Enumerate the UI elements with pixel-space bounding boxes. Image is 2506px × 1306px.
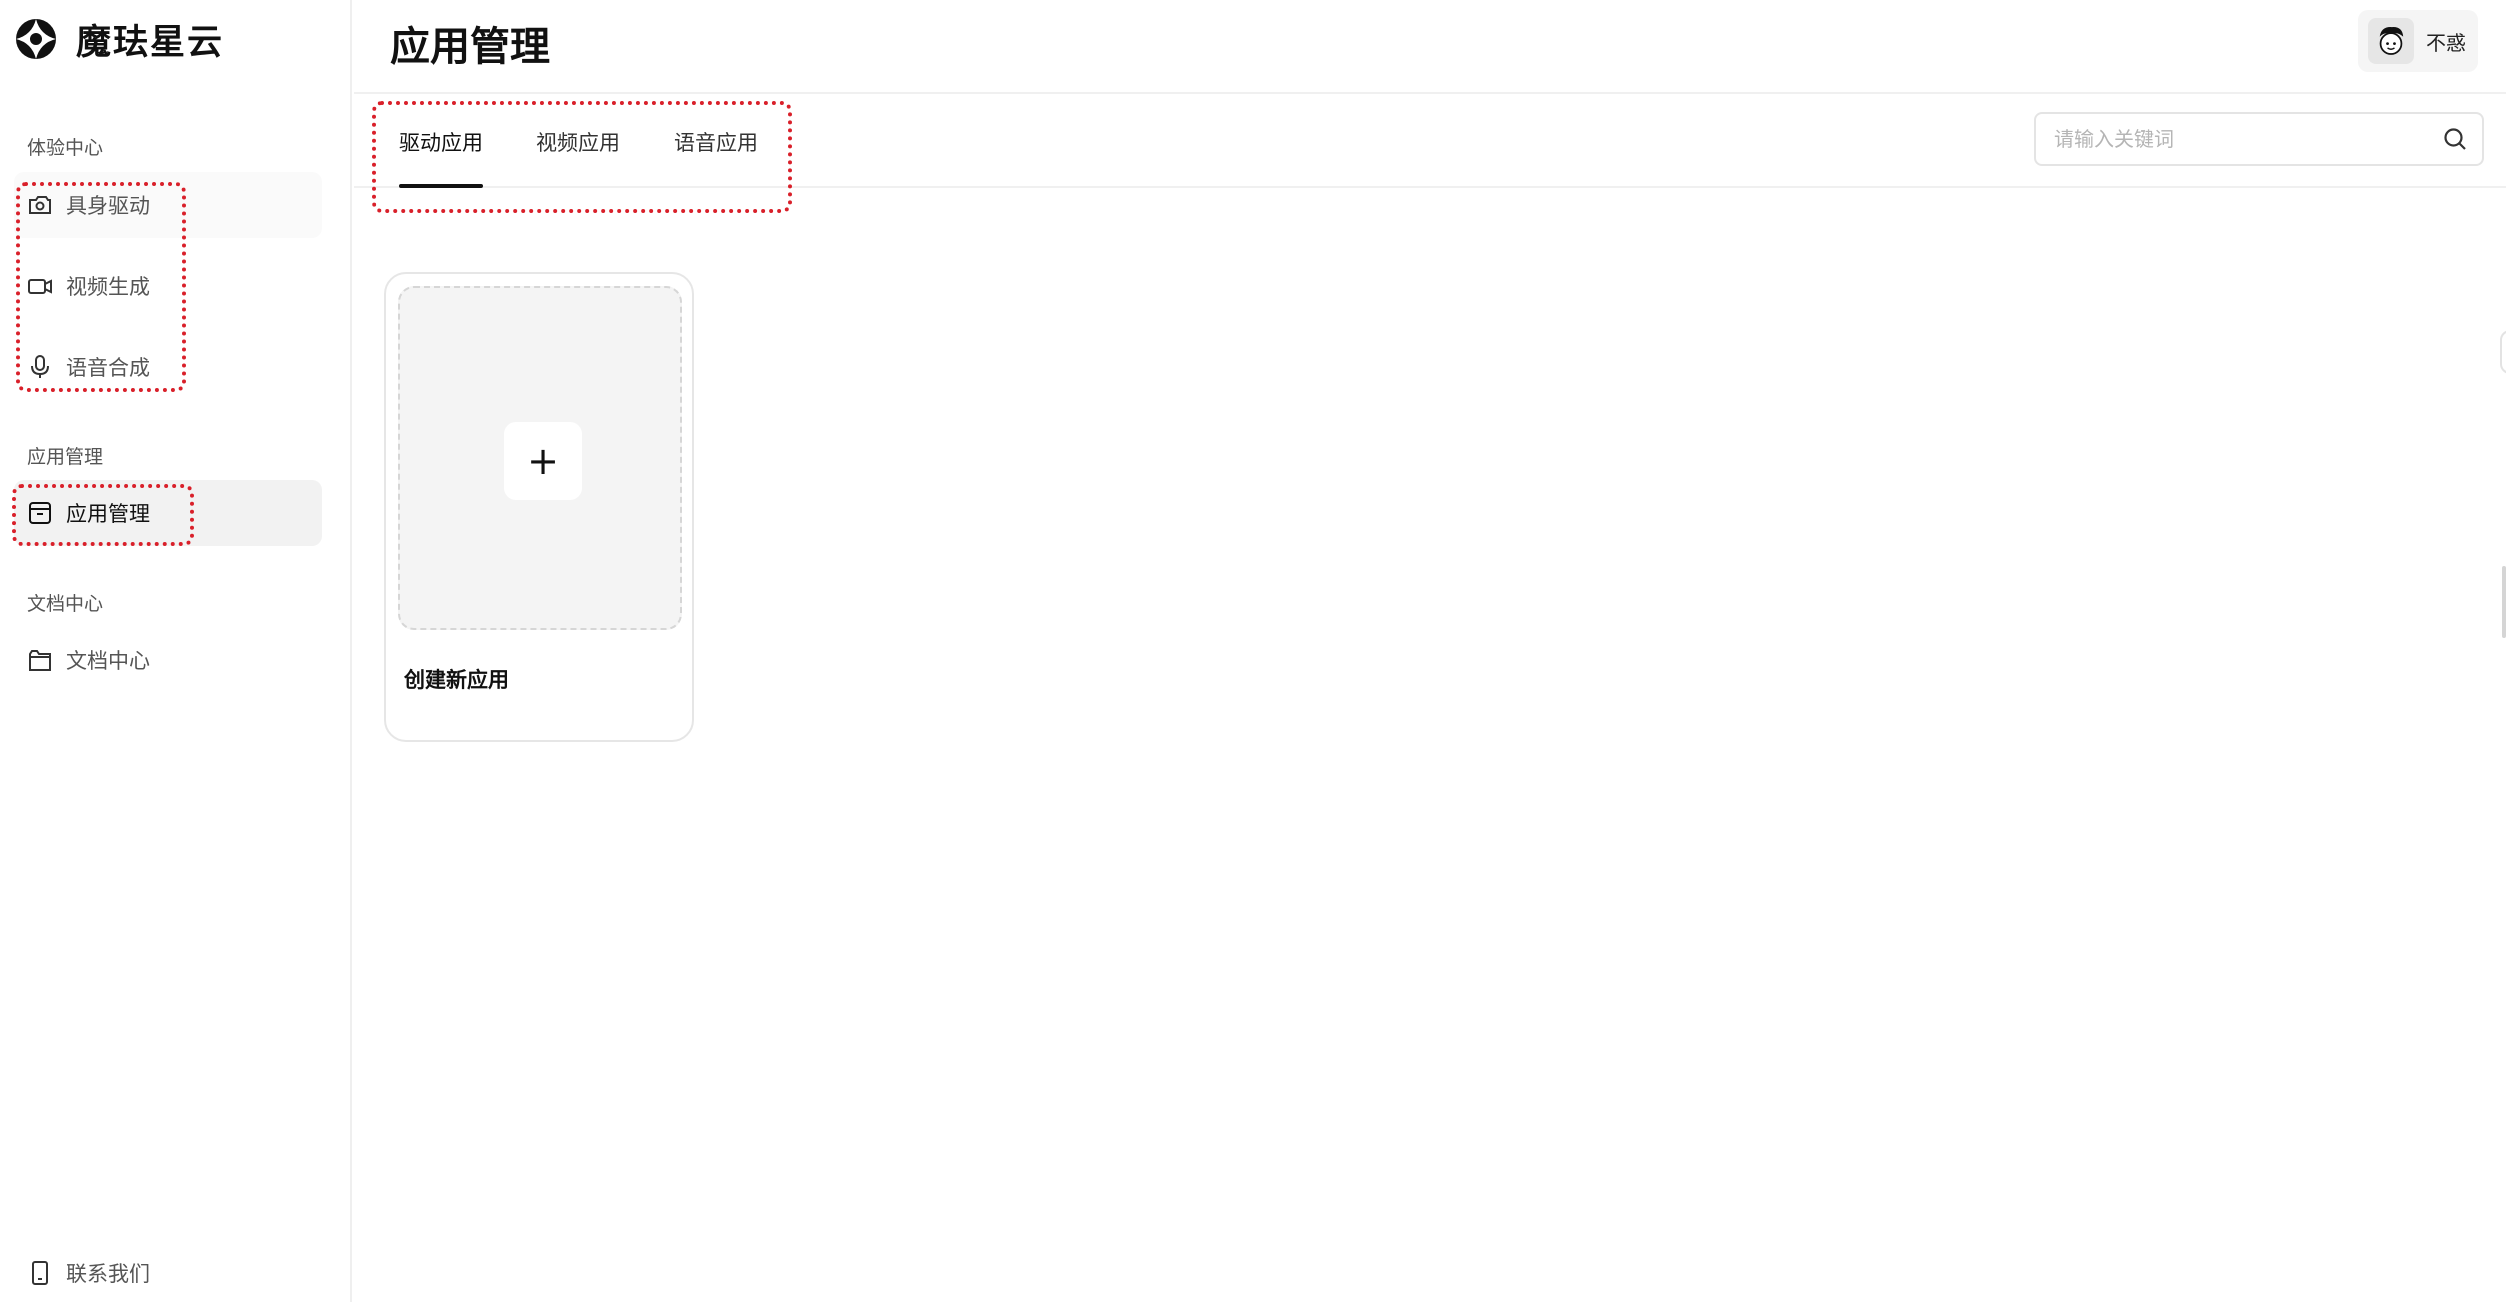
sidebar-item-embodied-drive[interactable]: 具身驱动 (14, 172, 322, 238)
avatar (2368, 18, 2414, 64)
create-app-label: 创建新应用 (404, 668, 509, 692)
sidebar-item-contact-us[interactable]: 联系我们 (14, 1240, 322, 1306)
section-title-docs: 文档中心 (27, 593, 104, 615)
brand-logo[interactable]: 魔珐星云 (14, 14, 224, 64)
sidebar-item-label: 语音合成 (66, 356, 150, 380)
video-camera-icon (26, 272, 54, 300)
user-name: 不惑 (2426, 30, 2466, 55)
page-title: 应用管理 (390, 24, 550, 70)
cartoon-avatar-icon (2379, 27, 2404, 55)
tabs-bar: 驱动应用 视频应用 语音应用 (354, 96, 2506, 188)
folder-icon (26, 646, 54, 674)
plus-icon[interactable]: + (504, 422, 582, 500)
tab-label: 语音应用 (674, 131, 758, 155)
scrollbar-thumb[interactable] (2502, 566, 2506, 638)
sidebar-item-docs[interactable]: 文档中心 (14, 627, 322, 693)
side-drawer-handle[interactable] (2500, 330, 2506, 374)
sidebar-item-label: 联系我们 (66, 1262, 150, 1286)
sidebar-item-app-management[interactable]: 应用管理 (14, 480, 322, 546)
phone-icon (26, 1259, 54, 1287)
clover-logo-icon (16, 19, 56, 59)
create-app-placeholder: + (398, 286, 682, 630)
tab-video-apps[interactable]: 视频应用 (536, 96, 620, 188)
tab-label: 驱动应用 (399, 131, 483, 155)
camera-icon (26, 191, 54, 219)
section-title-experience: 体验中心 (27, 137, 104, 159)
create-app-card[interactable]: + 创建新应用 (384, 272, 694, 742)
search-input[interactable] (2052, 114, 2422, 164)
sidebar: 魔珐星云 体验中心 具身驱动 视频生成 语音合成 应用管理 应用管理 文档中心 … (0, 0, 352, 1302)
section-title-app-management: 应用管理 (27, 446, 104, 468)
sidebar-item-label: 文档中心 (66, 649, 150, 673)
active-tab-underline (399, 184, 483, 188)
tab-voice-apps[interactable]: 语音应用 (674, 96, 758, 188)
user-menu[interactable]: 不惑 (2358, 10, 2478, 72)
tab-label: 视频应用 (536, 131, 620, 155)
search-icon[interactable] (2442, 126, 2468, 152)
sidebar-item-video-generation[interactable]: 视频生成 (14, 253, 322, 319)
brand-name: 魔珐星云 (76, 22, 225, 63)
tab-driver-apps[interactable]: 驱动应用 (399, 96, 483, 188)
microphone-icon (26, 353, 54, 381)
sidebar-item-speech-synthesis[interactable]: 语音合成 (14, 334, 322, 400)
archive-box-icon (26, 499, 54, 527)
sidebar-item-label: 视频生成 (66, 275, 150, 299)
search-box (2034, 112, 2484, 166)
sidebar-item-label: 应用管理 (66, 502, 150, 526)
page-header: 应用管理 不惑 (354, 0, 2506, 94)
sidebar-item-label: 具身驱动 (66, 194, 150, 218)
